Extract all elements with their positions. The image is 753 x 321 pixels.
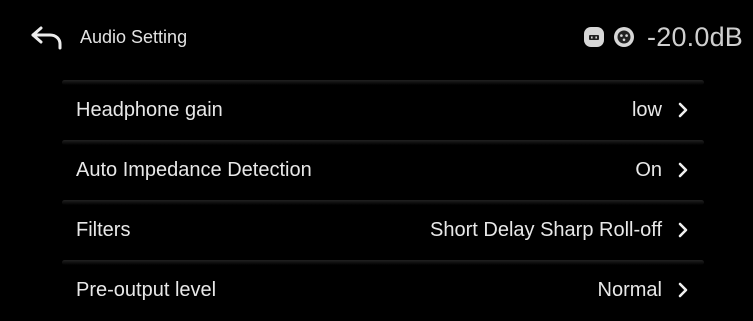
chevron-right-icon [678, 162, 688, 178]
setting-label: Pre-output level [76, 278, 217, 301]
setting-row-auto-impedance[interactable]: Auto Impedance Detection On [48, 140, 718, 200]
settings-list: Headphone gain low Auto Impedance Detect… [48, 80, 718, 320]
output-device-icon [583, 26, 605, 48]
page-title: Audio Setting [80, 27, 188, 47]
setting-value-group: low [632, 99, 718, 122]
volume-readout: -20.0dB [647, 21, 743, 52]
headphone-jack-icon [613, 26, 635, 48]
setting-row-pre-output-level[interactable]: Pre-output level Normal [48, 260, 718, 320]
setting-row-filters[interactable]: Filters Short Delay Sharp Roll-off [48, 200, 718, 260]
setting-label: Filters [76, 218, 131, 241]
setting-value: Normal [597, 278, 662, 301]
setting-label: Headphone gain [76, 98, 223, 121]
setting-value: Short Delay Sharp Roll-off [430, 218, 662, 241]
header-bar: Audio Setting -20.0dB [0, 0, 753, 76]
setting-value-group: Normal [598, 279, 718, 302]
chevron-right-icon [678, 222, 688, 238]
setting-value-group: On [635, 159, 718, 182]
setting-value: On [635, 158, 662, 181]
setting-value: low [631, 98, 662, 121]
status-area: -20.0dB [583, 20, 743, 54]
chevron-right-icon [678, 102, 688, 118]
setting-label: Auto Impedance Detection [76, 158, 312, 181]
back-arrow-icon[interactable] [30, 24, 64, 50]
setting-value-group: Short Delay Sharp Roll-off [430, 219, 718, 242]
chevron-right-icon [678, 282, 688, 298]
setting-row-headphone-gain[interactable]: Headphone gain low [48, 80, 718, 140]
